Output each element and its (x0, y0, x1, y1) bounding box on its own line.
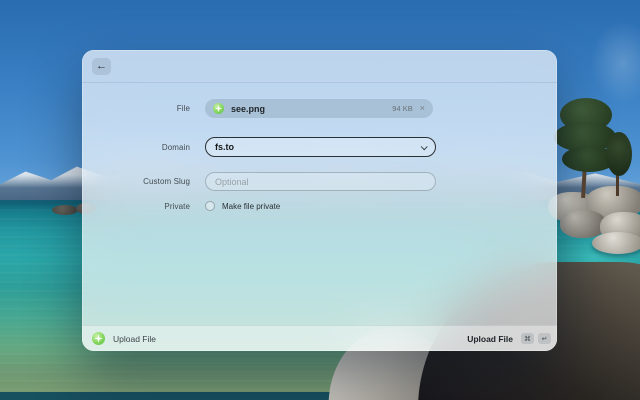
back-arrow-icon: ← (96, 61, 107, 72)
wallpaper-small-tree-canopy (606, 132, 632, 176)
wallpaper-deep-water (0, 392, 360, 400)
desktop: ← File see.png 94 KB × Domain fs.to (0, 0, 640, 400)
domain-select[interactable]: fs.to (205, 137, 436, 157)
footer-actions: Upload File ⌘ ↵ (467, 333, 551, 344)
private-label: Private (82, 202, 190, 211)
upload-file-app-icon (92, 332, 105, 345)
upload-form: File see.png 94 KB × Domain fs.to Custom… (82, 83, 557, 212)
chevron-down-icon (421, 143, 428, 150)
upload-file-dialog: ← File see.png 94 KB × Domain fs.to (82, 50, 557, 351)
private-row: Private Make file private (82, 200, 557, 212)
command-name: Upload File (113, 334, 156, 344)
wallpaper-shore-rock (52, 205, 78, 215)
file-app-icon (213, 103, 224, 114)
remove-file-icon[interactable]: × (420, 104, 425, 113)
custom-slug-row: Custom Slug (82, 172, 557, 191)
file-row: File see.png 94 KB × (82, 99, 557, 118)
file-attachment-pill[interactable]: see.png 94 KB × (205, 99, 433, 118)
custom-slug-input[interactable] (205, 172, 436, 191)
file-size: 94 KB (392, 104, 412, 113)
domain-label: Domain (82, 143, 190, 152)
file-name: see.png (231, 104, 265, 114)
command-key-icon: ⌘ (521, 333, 534, 344)
custom-slug-label: Custom Slug (82, 177, 190, 186)
domain-value: fs.to (215, 142, 234, 152)
domain-row: Domain fs.to (82, 137, 557, 157)
wallpaper-water-boulder (592, 232, 640, 254)
dialog-footer: Upload File Upload File ⌘ ↵ (82, 325, 557, 351)
dialog-header: ← (82, 50, 557, 83)
private-checkbox-label: Make file private (222, 202, 280, 211)
return-key-icon: ↵ (538, 333, 551, 344)
file-label: File (82, 104, 190, 113)
upload-file-button[interactable]: Upload File (467, 334, 513, 344)
back-button[interactable]: ← (92, 58, 111, 75)
private-checkbox[interactable] (205, 201, 215, 211)
